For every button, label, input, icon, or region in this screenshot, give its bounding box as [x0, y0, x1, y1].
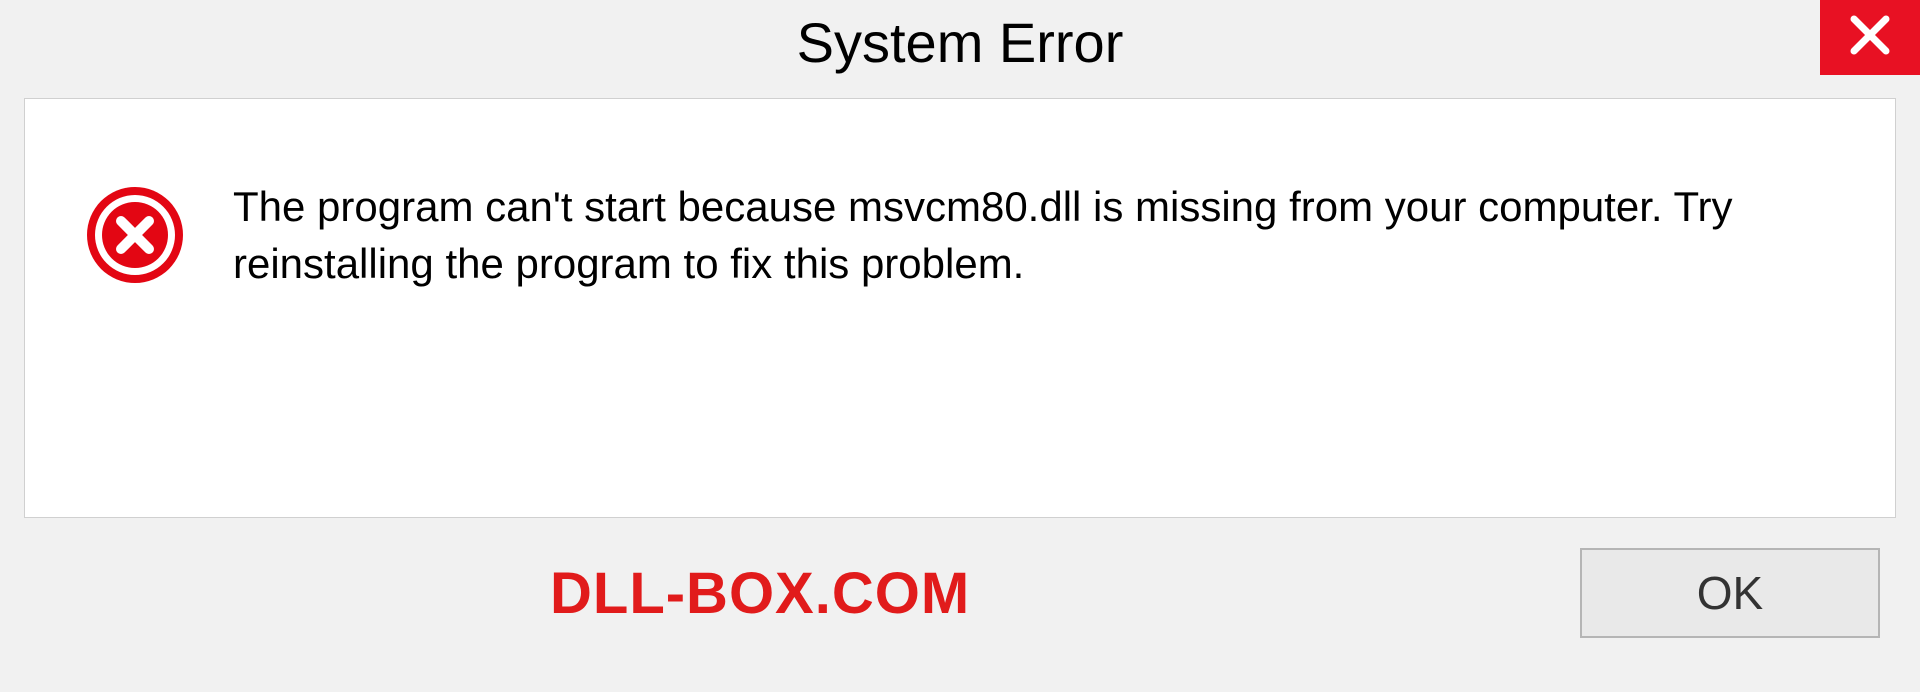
error-icon [85, 185, 185, 285]
close-button[interactable] [1820, 0, 1920, 75]
titlebar: System Error [0, 0, 1920, 98]
close-icon [1848, 13, 1892, 62]
error-message: The program can't start because msvcm80.… [233, 179, 1835, 292]
window-title: System Error [797, 10, 1124, 75]
ok-button[interactable]: OK [1580, 548, 1880, 638]
footer: DLL-BOX.COM OK [0, 518, 1920, 658]
brand-label: DLL-BOX.COM [550, 560, 970, 627]
content-panel: The program can't start because msvcm80.… [24, 98, 1896, 518]
